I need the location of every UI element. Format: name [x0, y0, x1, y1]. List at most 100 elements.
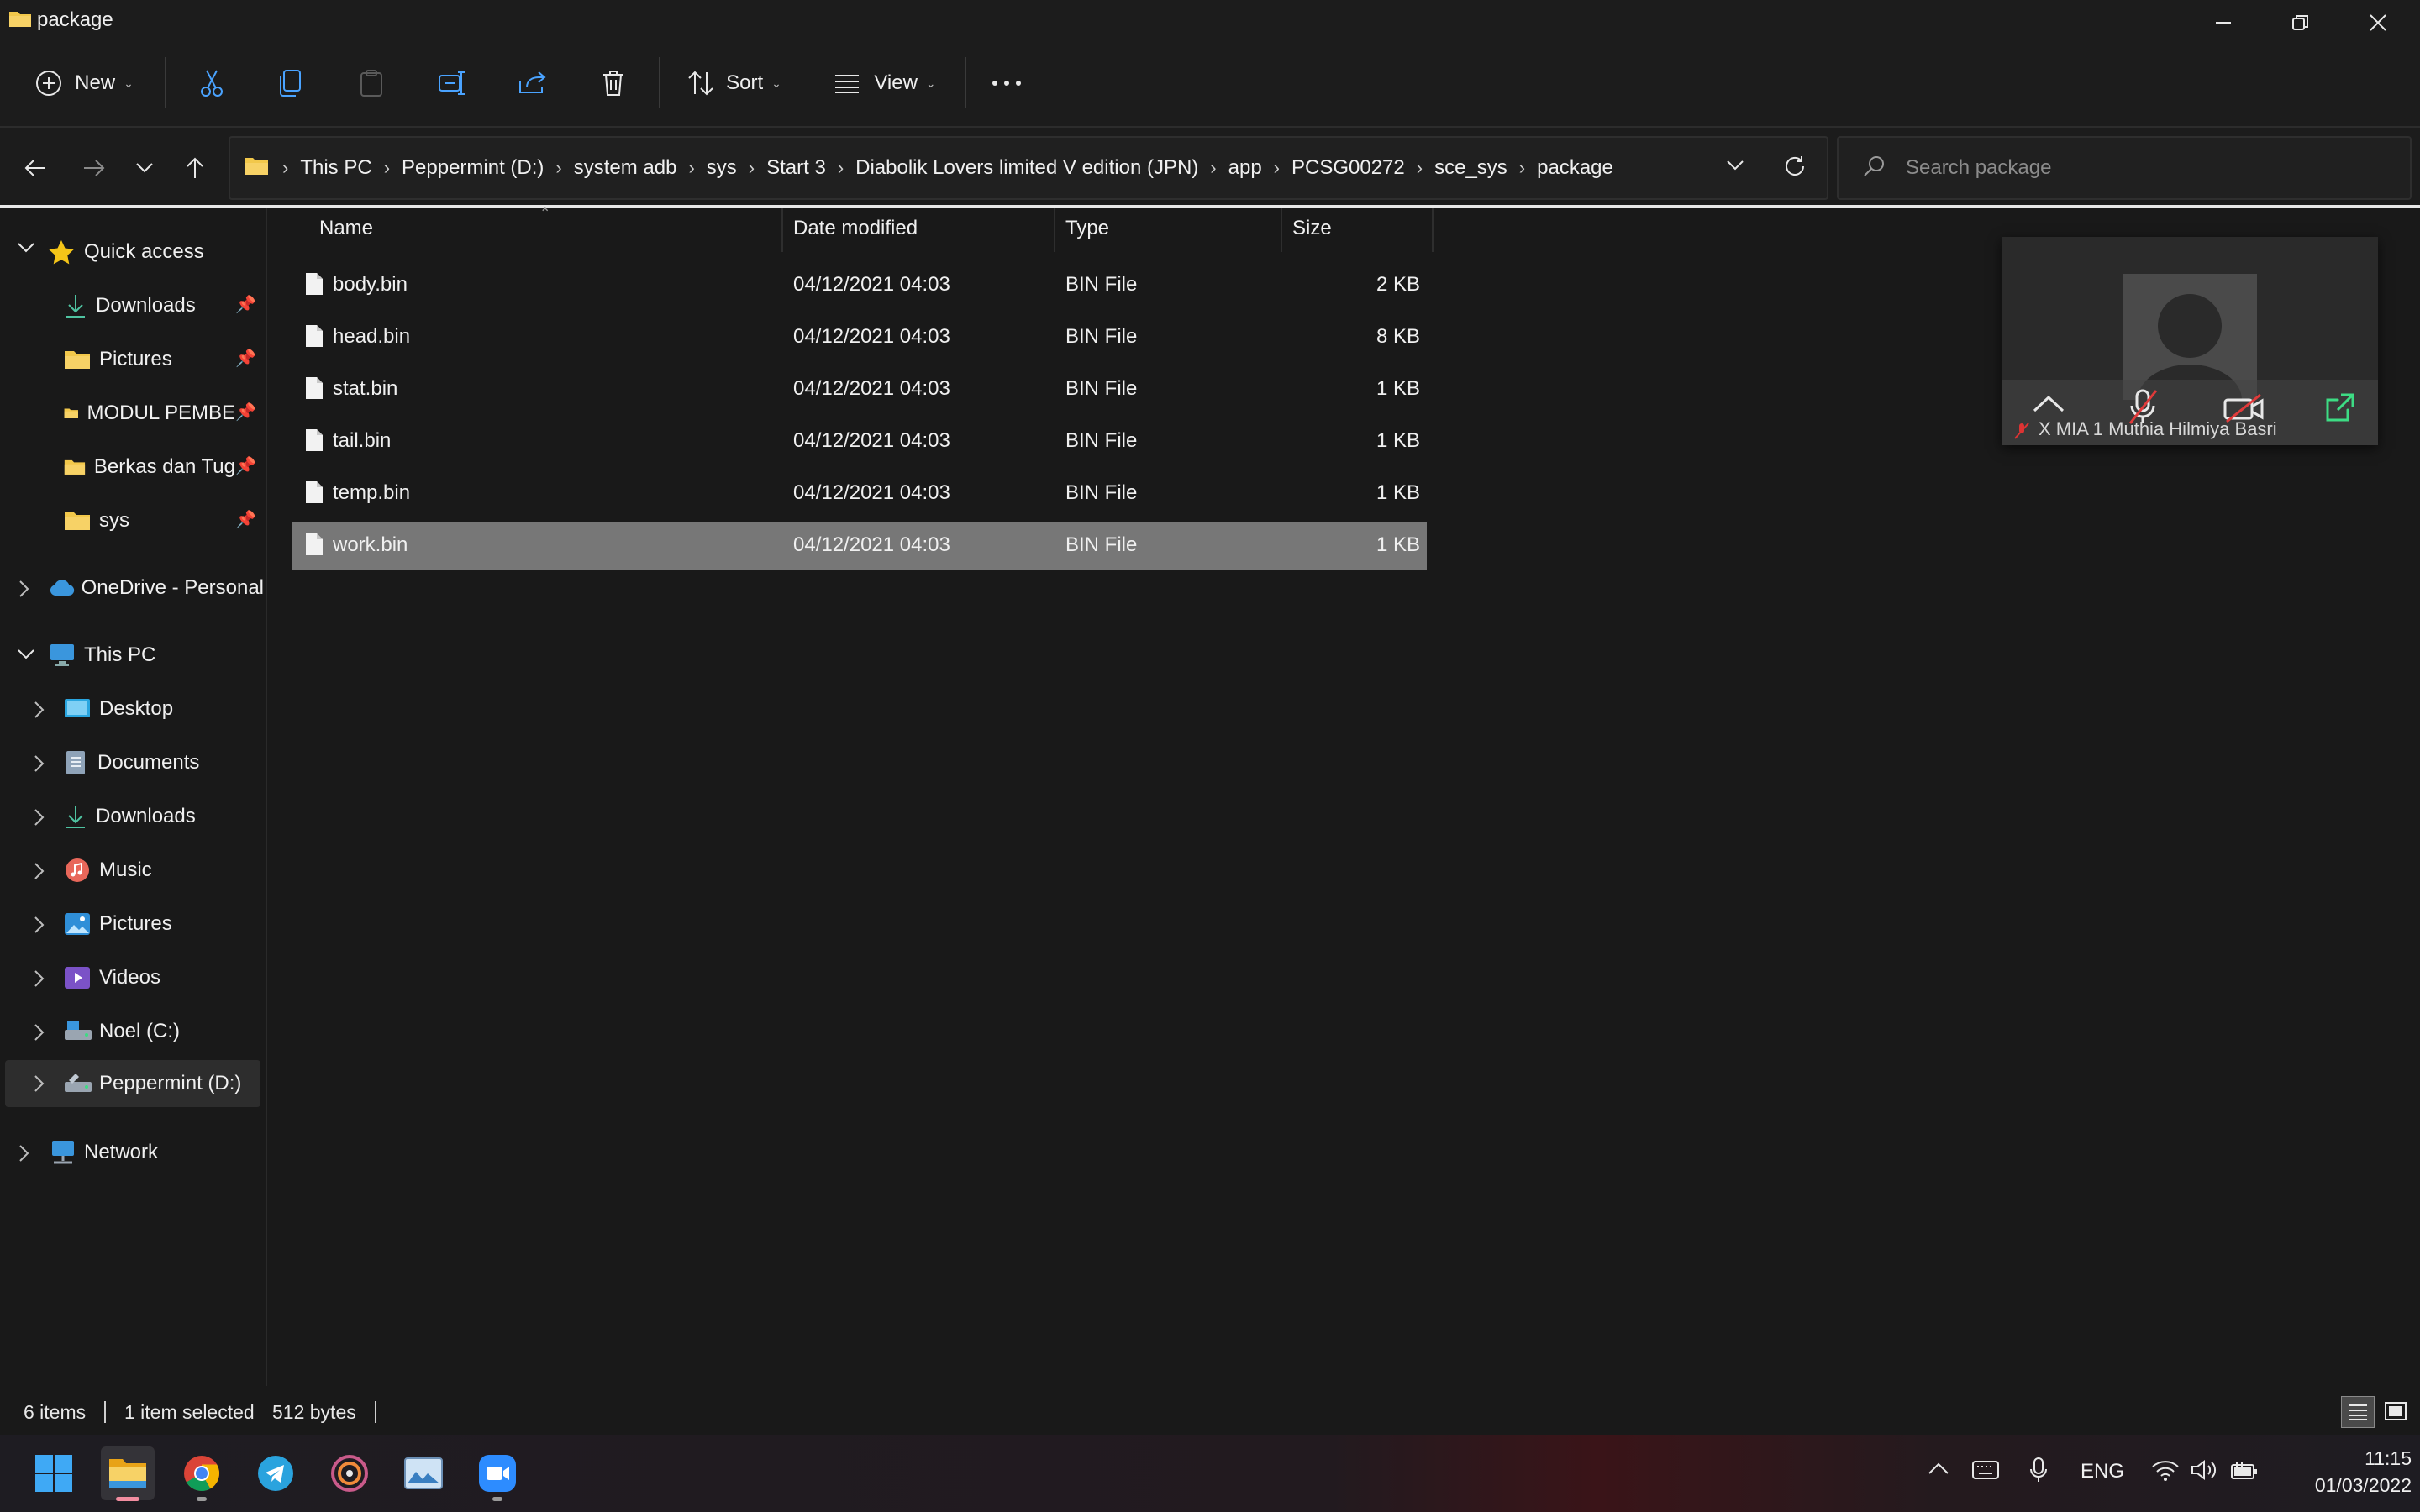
pin-icon[interactable]: 📌 [235, 455, 256, 476]
breadcrumb-app[interactable]: app [1228, 156, 1262, 180]
breadcrumb-this-pc[interactable]: This PC [300, 156, 371, 180]
pin-icon[interactable]: 📌 [235, 294, 256, 315]
column-divider[interactable] [781, 208, 783, 252]
start-button[interactable] [27, 1446, 81, 1500]
pin-icon[interactable]: 📌 [235, 402, 256, 423]
chevron-right-icon[interactable]: › [688, 157, 694, 179]
video-call-widget[interactable]: X MIA 1 Muthia Hilmiya Basri [2002, 237, 2378, 445]
chevron-right-icon[interactable]: › [1274, 157, 1280, 179]
search-input[interactable]: Search package [1906, 156, 2051, 180]
share-button[interactable] [508, 54, 558, 113]
close-button[interactable] [2339, 0, 2417, 45]
chevron-up-icon[interactable] [2032, 395, 2065, 413]
file-row[interactable]: body.bin 04/12/2021 04:03 BIN File 2 KB [292, 261, 1427, 310]
chevron-right-icon[interactable]: › [282, 157, 288, 179]
sidebar-item-documents[interactable]: Documents [64, 739, 257, 786]
sidebar-item-noel-c[interactable]: Noel (C:) [64, 1008, 257, 1055]
column-header-date[interactable]: Date modified [793, 217, 918, 240]
forward-button[interactable] [71, 144, 118, 192]
taskbar-telegram[interactable] [249, 1446, 302, 1500]
column-header-size[interactable]: Size [1292, 217, 1332, 240]
chevron-right-icon[interactable]: › [1417, 157, 1423, 179]
pin-icon[interactable]: 📌 [235, 348, 256, 369]
file-row[interactable]: head.bin 04/12/2021 04:03 BIN File 8 KB [292, 313, 1427, 362]
breadcrumb-package[interactable]: package [1537, 156, 1613, 180]
language-indicator[interactable]: ENG [2081, 1460, 2124, 1483]
battery-icon[interactable] [2230, 1460, 2259, 1482]
show-hidden-icons-button[interactable] [1928, 1462, 1949, 1475]
sidebar-item-music[interactable]: Music [64, 847, 257, 894]
taskbar-music-app[interactable] [323, 1446, 376, 1500]
more-options-button[interactable] [981, 54, 1032, 113]
file-row[interactable]: tail.bin 04/12/2021 04:03 BIN File 1 KB [292, 417, 1427, 466]
column-header-name[interactable]: Name [319, 217, 373, 240]
sidebar-item-berkas[interactable]: Berkas dan Tug [64, 444, 235, 491]
chevron-right-icon[interactable]: › [838, 157, 844, 179]
sidebar-item-desktop[interactable]: Desktop [64, 685, 257, 732]
sidebar-item-quick-access[interactable]: Quick access [47, 228, 257, 276]
keyboard-icon[interactable] [1971, 1460, 2000, 1480]
pin-icon[interactable]: 📌 [235, 509, 256, 530]
sidebar-item-videos[interactable]: Videos [64, 954, 257, 1001]
tiles-view-button[interactable] [2380, 1396, 2412, 1426]
back-button[interactable] [12, 144, 59, 192]
paste-button[interactable] [346, 54, 397, 113]
sidebar-item-modul[interactable]: MODUL PEMBE [64, 390, 235, 437]
column-divider[interactable] [1281, 208, 1282, 252]
breadcrumb-sce-sys[interactable]: sce_sys [1434, 156, 1507, 180]
chevron-right-icon[interactable]: › [384, 157, 390, 179]
volume-icon[interactable] [2190, 1458, 2217, 1482]
chevron-right-icon[interactable] [34, 808, 45, 827]
breadcrumb-system-adb[interactable]: system adb [574, 156, 677, 180]
sidebar-item-pictures[interactable]: Pictures [64, 900, 257, 948]
sidebar-item-pictures-quick[interactable]: Pictures [64, 336, 235, 383]
address-history-button[interactable] [1726, 160, 1744, 171]
sidebar-item-sys[interactable]: sys [64, 497, 235, 544]
column-header-type[interactable]: Type [1065, 217, 1109, 240]
chevron-right-icon[interactable]: › [749, 157, 755, 179]
breadcrumb-sys[interactable]: sys [707, 156, 737, 180]
details-view-button[interactable] [2341, 1396, 2375, 1428]
chevron-right-icon[interactable] [18, 580, 30, 598]
breadcrumb-start-3[interactable]: Start 3 [766, 156, 826, 180]
taskbar-chrome[interactable] [175, 1446, 229, 1500]
sidebar-item-network[interactable]: Network [49, 1129, 259, 1176]
taskbar-zoom[interactable] [471, 1446, 524, 1500]
chevron-right-icon[interactable]: › [1519, 157, 1525, 179]
column-divider[interactable] [1054, 208, 1055, 252]
sidebar-item-this-pc[interactable]: This PC [49, 632, 259, 679]
chevron-right-icon[interactable] [34, 969, 45, 988]
minimize-button[interactable] [2185, 0, 2262, 45]
microphone-icon[interactable] [2028, 1457, 2049, 1483]
breadcrumb-diabolik[interactable]: Diabolik Lovers limited V edition (JPN) [855, 156, 1198, 180]
new-button[interactable]: New ⌄ [25, 54, 143, 113]
chevron-right-icon[interactable] [34, 754, 45, 773]
chevron-right-icon[interactable] [34, 862, 45, 880]
breadcrumb-pcsg00272[interactable]: PCSG00272 [1292, 156, 1405, 180]
delete-button[interactable] [588, 54, 639, 113]
sidebar-item-downloads[interactable]: Downloads [64, 793, 257, 840]
sidebar-item-downloads-quick[interactable]: Downloads [64, 282, 235, 329]
view-button[interactable]: View ⌄ [825, 54, 944, 113]
file-row-selected[interactable]: work.bin 04/12/2021 04:03 BIN File 1 KB [292, 522, 1427, 570]
sort-button[interactable]: Sort ⌄ [677, 54, 792, 113]
chevron-right-icon[interactable] [34, 701, 45, 719]
cut-button[interactable] [187, 54, 237, 113]
chevron-right-icon[interactable]: › [1210, 157, 1216, 179]
pop-out-icon[interactable] [2323, 391, 2356, 425]
clock[interactable]: 11:15 01/03/2022 [2269, 1445, 2412, 1499]
refresh-button[interactable] [1783, 155, 1807, 178]
restore-button[interactable] [2262, 0, 2339, 45]
taskbar-photos[interactable] [397, 1446, 450, 1500]
recent-locations-button[interactable] [121, 144, 168, 192]
copy-button[interactable] [266, 54, 316, 113]
search-box[interactable]: Search package [1837, 136, 2412, 200]
file-row[interactable]: stat.bin 04/12/2021 04:03 BIN File 1 KB [292, 365, 1427, 414]
rename-button[interactable] [427, 54, 477, 113]
chevron-right-icon[interactable] [34, 1023, 45, 1042]
taskbar-file-explorer[interactable] [101, 1446, 155, 1500]
sidebar-item-onedrive[interactable]: OneDrive - Personal [49, 564, 264, 612]
chevron-right-icon[interactable]: › [555, 157, 561, 179]
chevron-down-icon[interactable] [17, 648, 35, 660]
chevron-down-icon[interactable] [17, 242, 35, 254]
